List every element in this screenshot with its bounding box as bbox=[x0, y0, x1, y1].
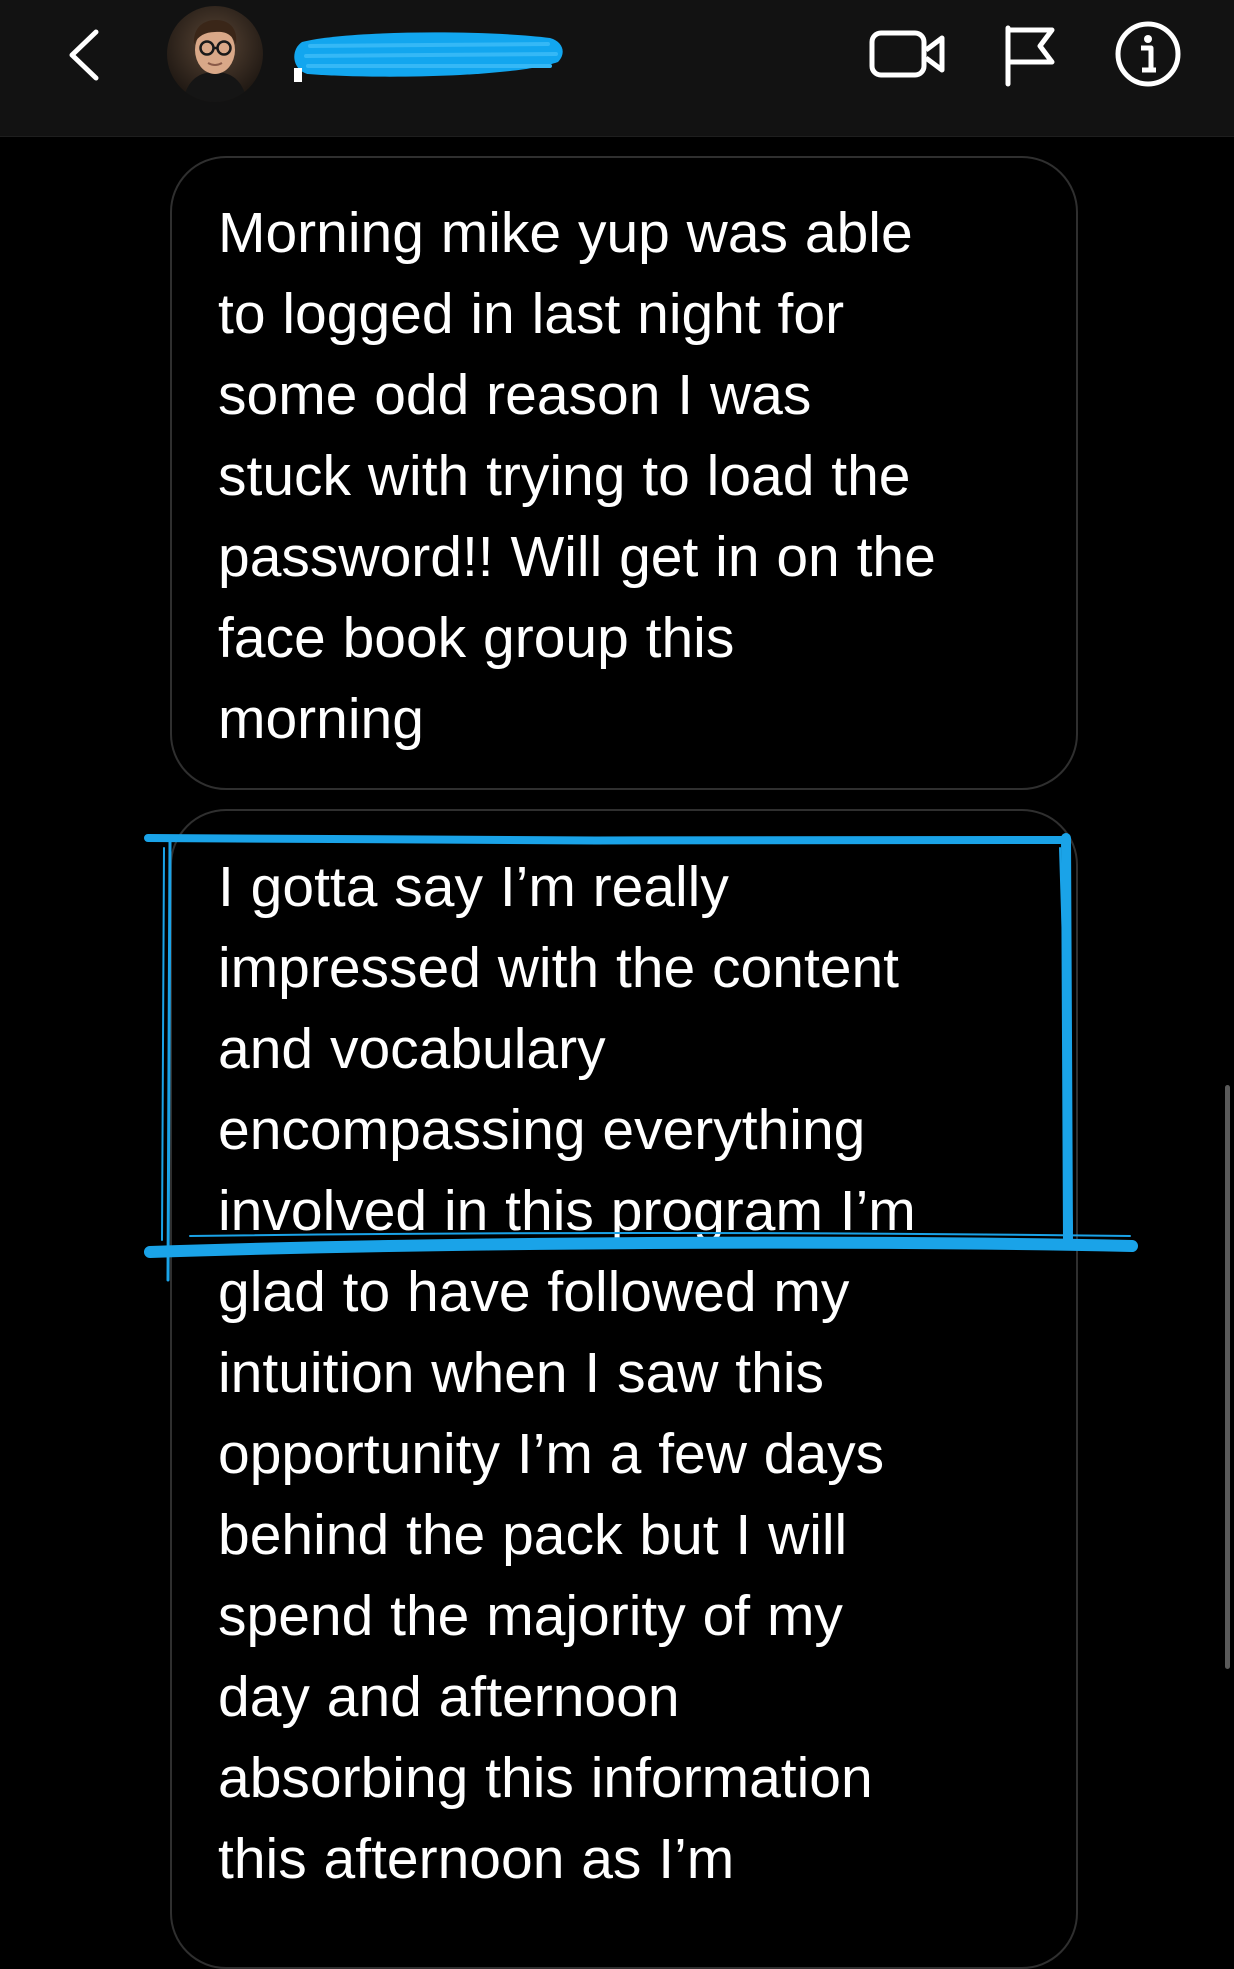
back-button[interactable] bbox=[58, 22, 118, 86]
message-bubble[interactable]: Morning mike yup was able to logged in l… bbox=[170, 156, 1078, 790]
flag-icon bbox=[1005, 25, 1055, 87]
profile-photo bbox=[167, 6, 263, 102]
message-text: Morning mike yup was able to logged in l… bbox=[218, 201, 936, 751]
video-camera-icon bbox=[869, 30, 945, 78]
info-icon bbox=[1115, 21, 1181, 87]
chevron-left-icon bbox=[69, 29, 99, 81]
message-text: I gotta say I’m really impressed with th… bbox=[218, 855, 916, 1891]
scrollbar[interactable] bbox=[1225, 1085, 1230, 1669]
info-button[interactable] bbox=[1112, 20, 1184, 88]
message-bubble[interactable]: I gotta say I’m really impressed with th… bbox=[170, 809, 1078, 1969]
chat-header bbox=[0, 0, 1234, 137]
avatar[interactable] bbox=[167, 6, 263, 102]
report-button[interactable] bbox=[1000, 20, 1062, 88]
redaction-scribble bbox=[294, 32, 563, 82]
video-call-button[interactable] bbox=[868, 20, 948, 88]
